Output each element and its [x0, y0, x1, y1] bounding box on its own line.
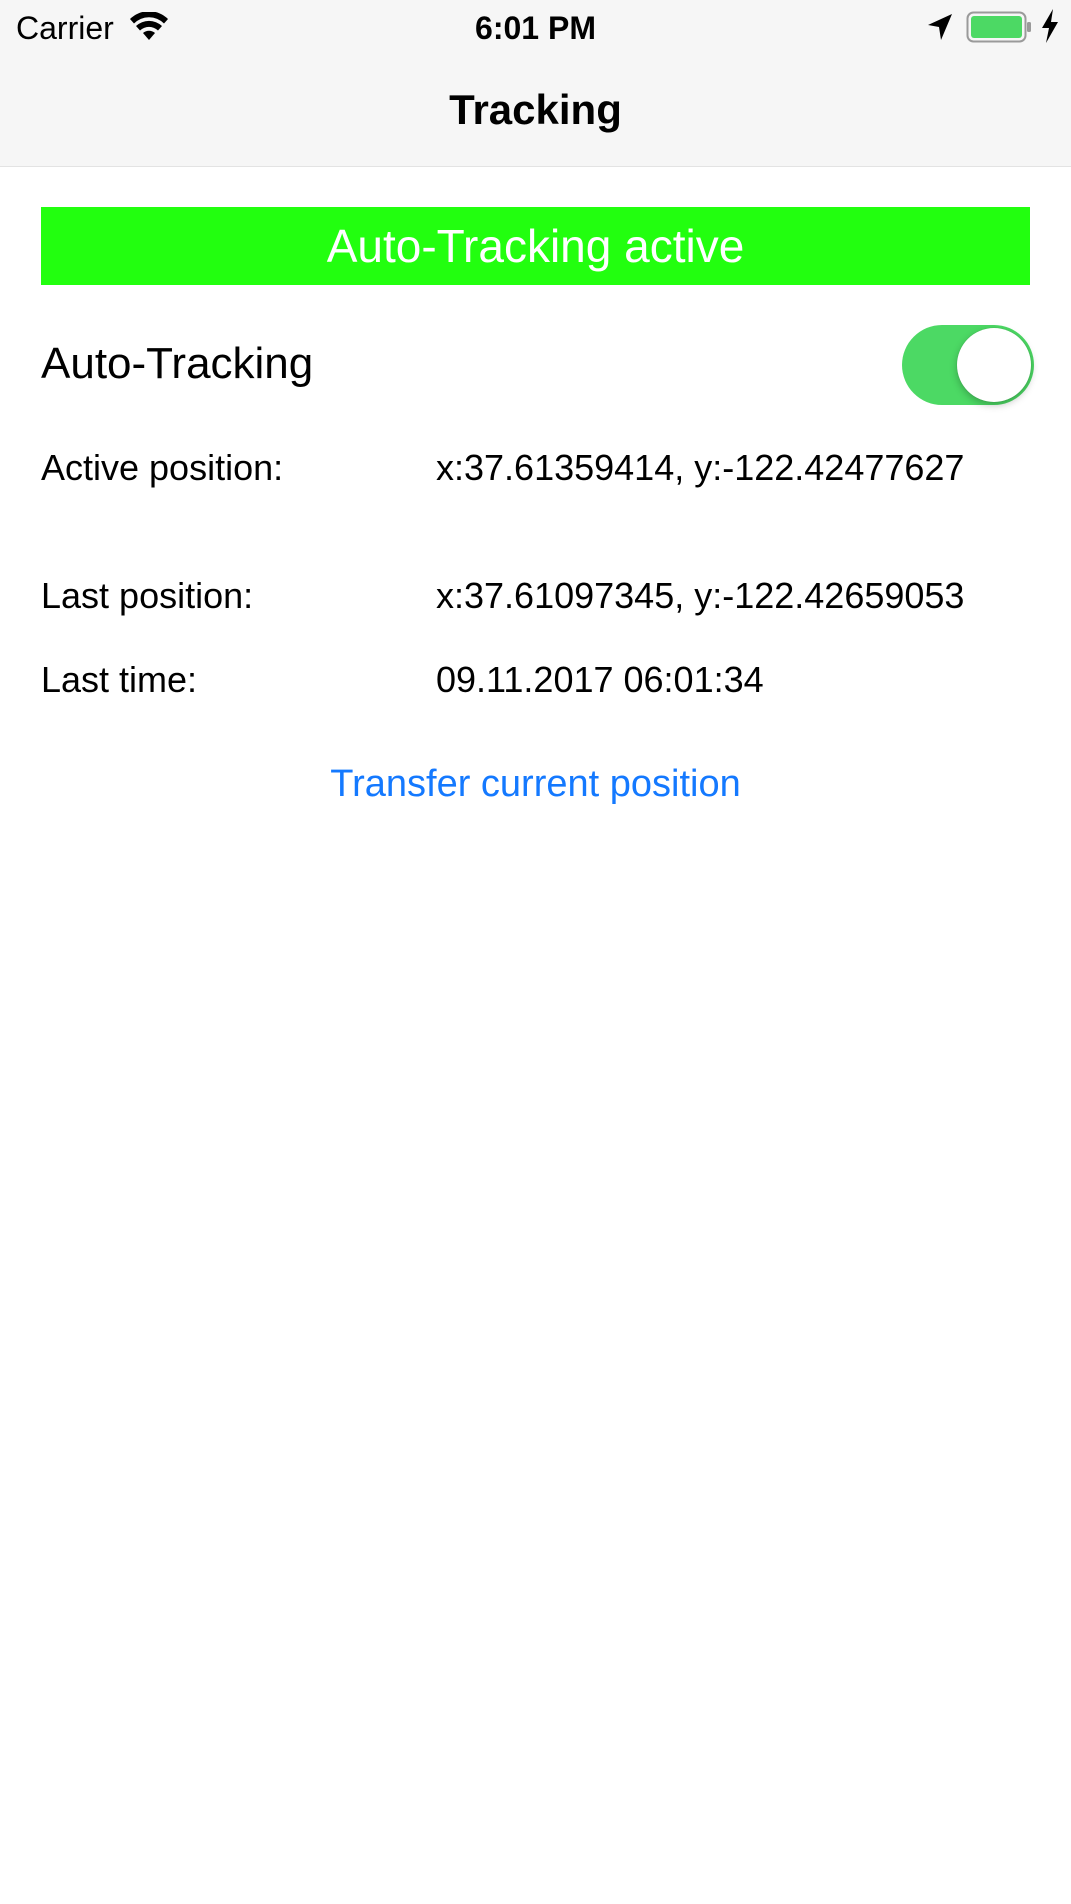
last-position-label: Last position: [41, 575, 254, 616]
toggle-knob [957, 328, 1031, 402]
last-time-value: 09.11.2017 06:01:34 [436, 659, 764, 700]
transfer-current-position-button[interactable]: Transfer current position [0, 760, 1071, 808]
battery-icon [966, 11, 1031, 43]
active-position-value: x:37.61359414, y:-122.42477627 [436, 447, 965, 488]
charging-bolt-icon [1042, 9, 1058, 43]
active-position-label: Active position: [41, 447, 284, 488]
status-time: 6:01 PM [475, 10, 596, 46]
auto-tracking-toggle[interactable] [902, 325, 1034, 405]
auto-tracking-status-banner: Auto-Tracking active [41, 207, 1030, 285]
page-title: Tracking [449, 86, 622, 133]
last-position-value: x:37.61097345, y:-122.42659053 [436, 575, 965, 616]
auto-tracking-label: Auto-Tracking [41, 339, 314, 388]
navigation-bar: Carrier 6:01 PM Tracking [0, 0, 1071, 167]
location-arrow-icon [928, 14, 952, 40]
last-time-label: Last time: [41, 659, 198, 700]
tracking-screen: Carrier 6:01 PM Tracking Auto-Tracking a… [0, 0, 1071, 1904]
